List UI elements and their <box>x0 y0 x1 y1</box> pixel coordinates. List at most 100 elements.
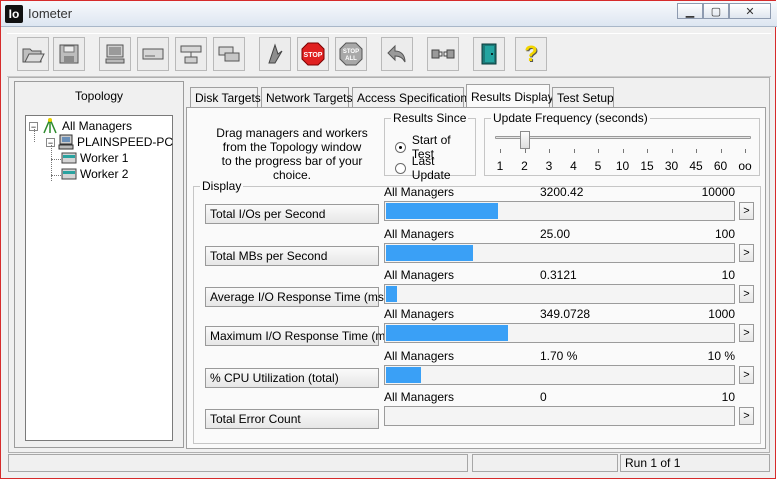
maximize-button[interactable]: ▢ <box>703 3 729 19</box>
stop-all-icon: STOPALL <box>339 42 363 66</box>
status-bar: Run 1 of 1 <box>8 454 770 474</box>
results-since-label: Results Since <box>391 111 469 125</box>
app-icon: Io <box>5 5 23 23</box>
title-bar: Io Iometer ▁ ▢ ✕ <box>1 1 777 27</box>
slider-tick <box>573 149 575 153</box>
expand-arrow-button[interactable]: > <box>739 366 754 384</box>
slider-tick-label: 3 <box>545 159 553 173</box>
disconnect-button[interactable] <box>427 37 459 71</box>
slider-tick-label: 60 <box>713 159 728 173</box>
metric-value: 25.00 <box>540 227 571 241</box>
tab-access-specifications[interactable]: Access Specifications <box>352 87 473 107</box>
slider-tick-label: 5 <box>594 159 602 173</box>
slider-tick <box>647 149 648 153</box>
expand-arrow-button[interactable]: > <box>739 202 754 220</box>
tree-item-worker[interactable]: Worker 2 <box>61 167 128 181</box>
update-frequency-slider[interactable] <box>495 136 751 139</box>
tab-test-setup[interactable]: Test Setup <box>552 87 614 107</box>
metric-scope: All Managers <box>384 185 455 199</box>
tree-connector <box>51 159 61 160</box>
stop-all-icon-label-bottom: ALL <box>345 56 357 62</box>
metric-scope: All Managers <box>384 307 455 321</box>
metric-scope: All Managers <box>384 268 455 282</box>
metric-scope: All Managers <box>384 349 455 363</box>
status-cell-main <box>8 454 468 472</box>
instruction-line: from the Topology window <box>222 140 362 154</box>
stop-all-button[interactable]: STOP ALL <box>335 37 367 71</box>
slider-tick <box>549 149 550 153</box>
open-icon <box>22 48 45 63</box>
results-display-panel: Drag managers and workers from the Topol… <box>186 107 766 449</box>
tab-network-targets[interactable]: Network Targets <box>261 87 352 107</box>
metric-header: All Managers 0 10 <box>384 390 735 404</box>
metric-select-button[interactable]: Total Error Count <box>205 409 379 429</box>
new-manager-icon <box>105 44 125 64</box>
progress-fill <box>386 367 421 383</box>
start-tests-button[interactable] <box>259 37 291 71</box>
new-disk-worker-button[interactable] <box>137 37 169 71</box>
metric-max: 10 <box>721 268 735 282</box>
metric-max: 10 <box>721 390 735 404</box>
close-button[interactable]: ✕ <box>729 3 771 19</box>
status-cell-blank <box>472 454 618 472</box>
metric-progress-bar <box>384 323 735 343</box>
metric-value: 0.3121 <box>540 268 577 282</box>
tab-disk-targets[interactable]: Disk Targets <box>190 87 261 107</box>
radio-button[interactable] <box>395 162 406 174</box>
slider-tick-label: 15 <box>640 159 654 173</box>
tree-item-all-managers[interactable]: − All Managers <box>29 118 132 134</box>
save-icon <box>59 44 79 64</box>
tree-item-worker[interactable]: Worker 1 <box>61 151 128 165</box>
slider-thumb[interactable] <box>520 131 530 149</box>
duplicate-worker-button[interactable] <box>213 37 245 71</box>
expand-arrow-button[interactable]: > <box>739 407 754 425</box>
slider-tick-label: 45 <box>689 159 703 173</box>
toolbar: STOP STOP ALL ? <box>7 33 771 77</box>
metric-select-button[interactable]: % CPU Utilization (total) <box>205 368 379 388</box>
metric-value: 349.0728 <box>540 307 591 321</box>
radio-label: Last Update <box>411 154 451 182</box>
metric-header: All Managers 349.0728 1000 <box>384 307 735 321</box>
run-status: Run 1 of 1 <box>620 454 770 472</box>
open-button[interactable] <box>17 37 49 71</box>
slider-tick <box>500 149 501 153</box>
slider-tick <box>696 149 697 153</box>
about-button[interactable]: ? <box>515 37 547 71</box>
slider-tick-label: 10 <box>615 159 630 173</box>
topology-tree[interactable]: − All Managers − PLAINSPEED-PC Worker 1 … <box>25 115 173 441</box>
new-manager-button[interactable] <box>99 37 131 71</box>
metric-select-button[interactable]: Maximum I/O Response Time (ms) <box>205 326 395 346</box>
metric-select-button[interactable]: Total MBs per Second <box>205 246 379 266</box>
stop-button[interactable]: STOP <box>297 37 329 71</box>
expand-arrow-button[interactable]: > <box>739 285 754 303</box>
reset-workers-button[interactable] <box>381 37 413 71</box>
new-network-worker-button[interactable] <box>175 37 207 71</box>
slider-tick <box>622 149 624 153</box>
radio-button[interactable] <box>395 141 406 153</box>
tree-connector <box>51 175 61 176</box>
metric-progress-bar <box>384 243 735 263</box>
metric-select-button[interactable]: Total I/Os per Second <box>205 204 379 224</box>
close-icon: ✕ <box>745 5 755 18</box>
expand-arrow-button[interactable]: > <box>739 244 754 262</box>
instruction-line: Drag managers and workers <box>216 126 368 140</box>
instruction-line: to the progress bar of your choice. <box>221 154 363 182</box>
save-button[interactable] <box>53 37 85 71</box>
metric-value: 3200.42 <box>540 185 584 199</box>
metric-progress-bar <box>384 201 735 221</box>
new-disk-worker-icon <box>142 48 164 60</box>
window-controls: ▁ ▢ ✕ <box>677 3 771 19</box>
exit-button[interactable] <box>473 37 505 71</box>
metric-select-button[interactable]: Average I/O Response Time (ms) <box>205 287 388 307</box>
metric-progress-bar <box>384 284 735 304</box>
metric-max: 10000 <box>701 185 735 199</box>
radio-last-update[interactable]: Last Update <box>395 154 475 182</box>
metric-max: 100 <box>714 227 735 241</box>
expand-arrow-button[interactable]: > <box>739 324 754 342</box>
slider-tick <box>598 149 599 153</box>
tree-item-manager[interactable]: − PLAINSPEED-PC <box>46 134 173 150</box>
stop-icon: STOP <box>301 42 325 66</box>
minimize-button[interactable]: ▁ <box>677 3 703 19</box>
slider-tick <box>745 149 746 153</box>
tab-results-display[interactable]: Results Display <box>466 84 554 108</box>
